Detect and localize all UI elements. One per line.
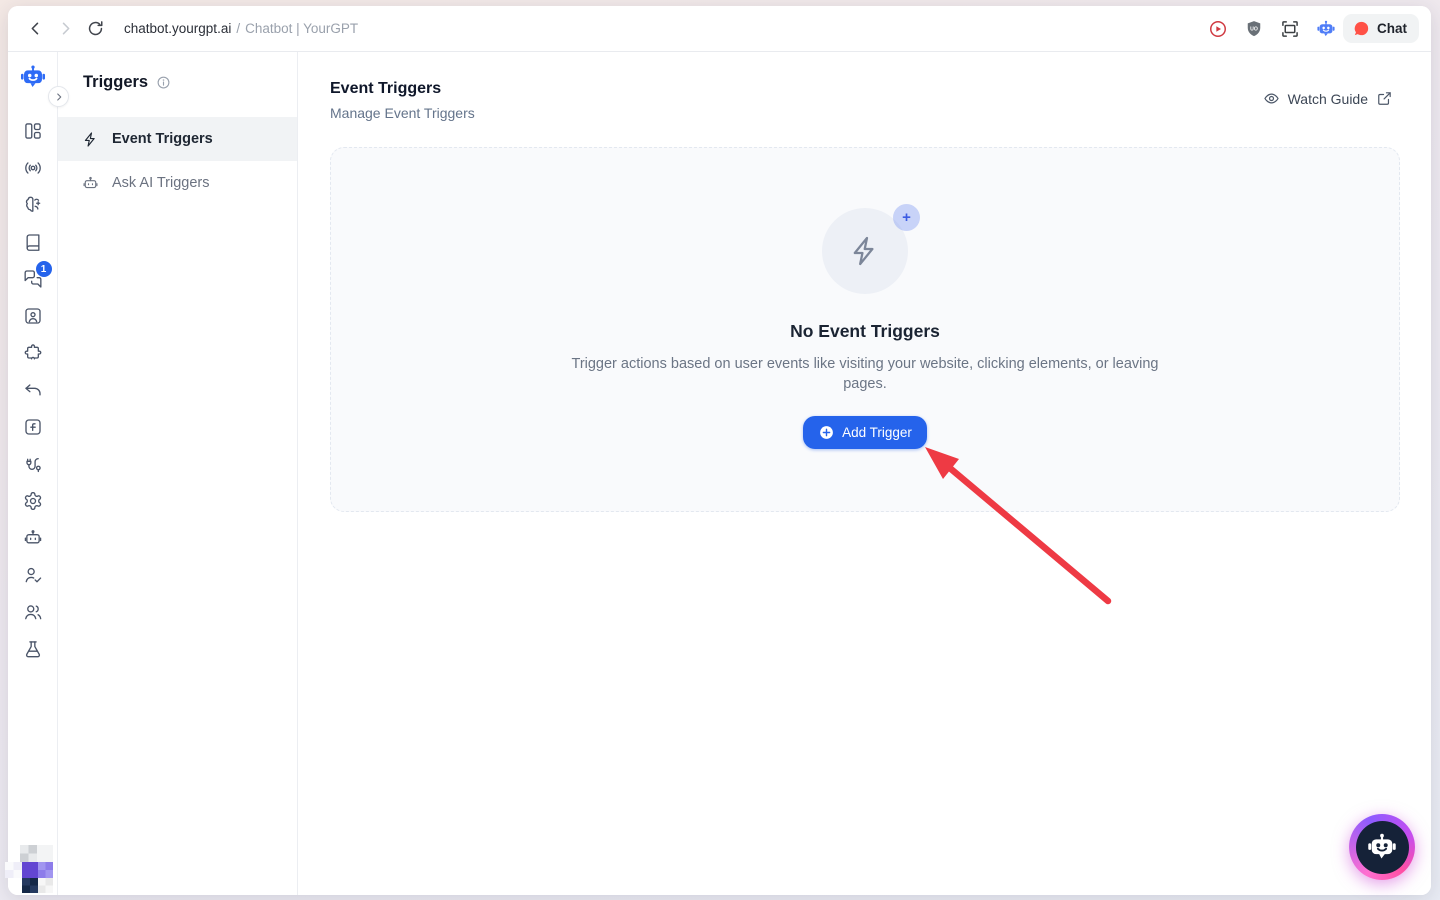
panel-item-event-triggers[interactable]: Event Triggers: [58, 117, 297, 161]
lightning-icon: [848, 234, 882, 268]
rail-item-users[interactable]: [23, 602, 43, 622]
page-subtitle: Manage Event Triggers: [330, 105, 475, 121]
puzzle-icon: [23, 343, 43, 363]
rail-item-cable[interactable]: [23, 454, 43, 474]
triggers-panel: Triggers Event Triggers Ask AI Triggers: [58, 52, 298, 895]
empty-state-title: No Event Triggers: [790, 321, 940, 342]
rail-item-puzzle[interactable]: [23, 343, 43, 363]
main-content: Event Triggers Manage Event Triggers Wat…: [298, 52, 1431, 895]
yourgpt-widget-robot: [1366, 831, 1398, 863]
empty-state-description: Trigger actions based on user events lik…: [570, 354, 1160, 394]
layout-dashboard-icon: [23, 121, 43, 141]
notification-badge: 1: [36, 261, 52, 277]
extension-icons: UO: [1205, 16, 1339, 42]
rail-item-contact-card[interactable]: [23, 306, 43, 326]
chat-extension-button[interactable]: Chat: [1343, 14, 1419, 43]
rail-item-undo-arrow[interactable]: [23, 380, 43, 400]
lightning-icon: [82, 131, 99, 148]
robot-icon: [82, 175, 99, 192]
reload-button[interactable]: [80, 14, 110, 44]
panel-item-label: Ask AI Triggers: [112, 175, 210, 191]
rail-item-flask[interactable]: [23, 639, 43, 659]
eye-icon: [1263, 90, 1280, 107]
settings-gear-icon: [23, 491, 43, 511]
screenshot-frame-button[interactable]: [1277, 16, 1303, 42]
panel-item-label: Event Triggers: [112, 131, 213, 147]
flask-icon: [23, 639, 43, 659]
add-trigger-button[interactable]: Add Trigger: [803, 416, 927, 449]
rail-item-brain-ai[interactable]: [23, 195, 43, 215]
robot-icon: [23, 528, 43, 548]
back-button[interactable]: [20, 14, 50, 44]
panel-item-ask-ai-triggers[interactable]: Ask AI Triggers: [58, 161, 297, 205]
external-link-icon: [1376, 90, 1393, 107]
page-title: Event Triggers: [330, 80, 441, 98]
cable-icon: [23, 454, 43, 474]
rail-item-messages[interactable]: 1: [23, 269, 43, 289]
watch-guide-label: Watch Guide: [1288, 91, 1368, 107]
url-host: chatbot.yourgpt.ai: [124, 21, 231, 36]
reload-icon: [86, 19, 105, 38]
play-circle-button[interactable]: [1205, 16, 1231, 42]
sidebar-collapse-button[interactable]: [48, 86, 69, 107]
shield-ublock-button[interactable]: UO: [1241, 16, 1267, 42]
undo-arrow-icon: [23, 380, 43, 400]
empty-state-icon-wrap: +: [822, 208, 908, 294]
back-icon: [26, 19, 45, 38]
chat-widget-launcher[interactable]: [1349, 814, 1415, 880]
add-trigger-label: Add Trigger: [842, 425, 912, 440]
panel-title: Triggers: [83, 73, 148, 92]
app-root: 1 Triggers Event Triggers Ask AI Triggers…: [8, 52, 1431, 895]
rail-item-broadcast[interactable]: [23, 158, 43, 178]
shield-ublock-icon: UO: [1244, 19, 1264, 39]
forward-button[interactable]: [50, 14, 80, 44]
url-divider: /: [236, 21, 240, 36]
yourgpt-widget-robot-icon: [1356, 821, 1409, 874]
address-bar[interactable]: chatbot.yourgpt.ai / Chatbot | YourGPT: [124, 21, 1205, 36]
icon-rail-sidebar: 1: [8, 52, 58, 895]
function-square-icon: [23, 417, 43, 437]
watch-guide-button[interactable]: Watch Guide: [1263, 90, 1393, 107]
svg-text:UO: UO: [1250, 26, 1258, 32]
broadcast-icon: [23, 158, 43, 178]
yourgpt-logo[interactable]: [19, 63, 47, 91]
chat-bubble-icon: [1353, 20, 1370, 37]
forward-icon: [56, 19, 75, 38]
brain-ai-icon: [23, 195, 43, 215]
panel-list: Event Triggers Ask AI Triggers: [58, 117, 297, 205]
play-circle-icon: [1208, 19, 1228, 39]
user-check-icon: [23, 565, 43, 585]
browser-toolbar: chatbot.yourgpt.ai / Chatbot | YourGPT U…: [8, 6, 1431, 52]
rail-item-settings-gear[interactable]: [23, 491, 43, 511]
robot-extension-icon: [1316, 19, 1336, 39]
rail-item-layout-dashboard[interactable]: [23, 121, 43, 141]
rail-item-user-check[interactable]: [23, 565, 43, 585]
rail-item-function-square[interactable]: [23, 417, 43, 437]
rail-items: 1: [23, 121, 43, 659]
robot-extension-button[interactable]: [1313, 16, 1339, 42]
yourgpt-logo-icon: [19, 63, 47, 91]
triggers-panel-header: Triggers: [58, 52, 297, 92]
chat-extension-label: Chat: [1377, 21, 1407, 36]
browser-window: chatbot.yourgpt.ai / Chatbot | YourGPT U…: [8, 6, 1431, 895]
rail-item-book[interactable]: [23, 232, 43, 252]
url-page-title: Chatbot | YourGPT: [245, 21, 358, 36]
screenshot-frame-icon: [1280, 19, 1300, 39]
rail-item-robot[interactable]: [23, 528, 43, 548]
plus-badge: +: [893, 204, 920, 231]
users-icon: [23, 602, 43, 622]
info-icon[interactable]: [156, 75, 171, 90]
chevron-right-icon: [53, 91, 65, 103]
contact-card-icon: [23, 306, 43, 326]
empty-state-card: + No Event Triggers Trigger actions base…: [330, 147, 1400, 512]
plus-circle-icon: [818, 424, 835, 441]
book-icon: [23, 232, 43, 252]
